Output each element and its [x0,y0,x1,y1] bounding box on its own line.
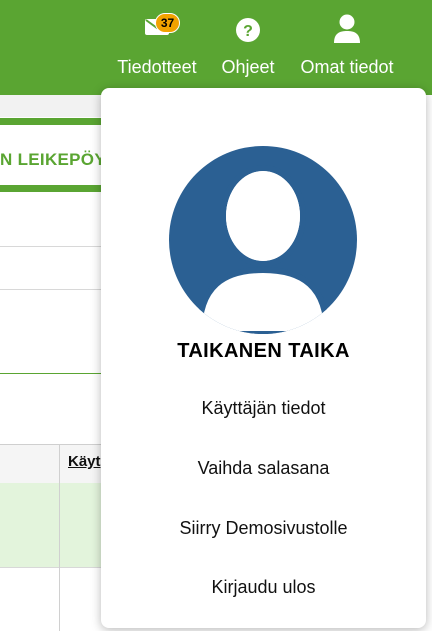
clipboard-tab-label: N LEIKEPÖY [0,150,106,169]
divider [0,289,110,290]
user-icon [333,14,361,49]
account-nav-button[interactable]: Omat tiedot [286,0,408,95]
menu-item-demo-site[interactable]: Siirry Demosivustolle [101,518,426,539]
top-navigation-bar: Tiedotteet 37 ? Ohjeet Omat tiedot [0,0,432,95]
table-header-link[interactable]: Käyt [68,453,101,470]
question-circle-icon: ? [235,17,261,48]
help-label: Ohjeet [221,57,275,77]
user-name: TAIKANEN TAIKA [177,340,350,362]
avatar [169,146,357,334]
divider [0,246,110,247]
account-label: Omat tiedot [300,57,394,77]
messages-count-badge: 37 [155,13,180,33]
messages-label: Tiedotteet [117,57,197,77]
divider [0,373,110,374]
page-toolbar-strip [0,95,110,117]
svg-text:?: ? [243,23,253,40]
divider [0,567,110,568]
menu-item-change-password[interactable]: Vaihda salasana [101,458,426,479]
user-menu-dropdown: TAIKANEN TAIKA Käyttäjän tiedot Vaihda s… [101,88,426,628]
table-row[interactable] [0,483,110,567]
menu-item-logout[interactable]: Kirjaudu ulos [101,577,426,598]
table-column-divider [59,444,60,631]
messages-nav-button[interactable]: Tiedotteet [108,0,206,95]
menu-item-user-details[interactable]: Käyttäjän tiedot [101,398,426,419]
help-nav-button[interactable]: ? Ohjeet [212,0,284,95]
